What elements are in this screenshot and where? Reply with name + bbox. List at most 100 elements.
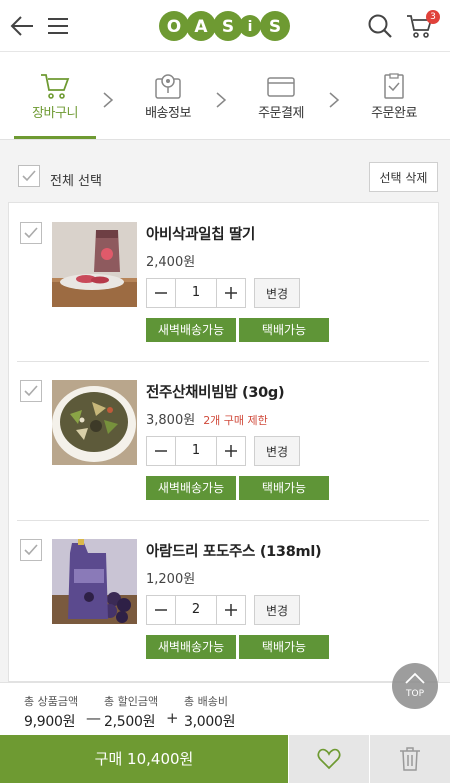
quantity-stepper: 2 <box>146 595 246 625</box>
product-price: 1,200원 <box>146 568 203 587</box>
total-discount-label: 총 할인금액 <box>104 695 159 708</box>
total-product-label: 총 상품금액 <box>24 695 79 708</box>
quantity-stepper: 1 <box>146 278 246 308</box>
price-value: 3,800원 <box>146 413 196 428</box>
minus-icon <box>155 292 167 294</box>
product-name[interactable]: 아비삭과일칩 딸기 <box>146 223 255 244</box>
product-price: 2,400원 <box>146 251 203 270</box>
item-checkbox[interactable] <box>20 222 42 244</box>
svg-text:O: O <box>167 17 181 37</box>
back-arrow-icon[interactable] <box>6 10 38 42</box>
buy-button[interactable]: 구매 10,400원 <box>0 735 288 783</box>
parcel-delivery-tag: 택배가능 <box>239 318 329 342</box>
checkout-steps: 장바구니 배송정보 주문결제 주문완료 <box>0 52 450 140</box>
menu-icon[interactable] <box>42 10 74 42</box>
selection-bar: 전체 선택 선택 삭제 <box>0 140 450 202</box>
chevron-right-icon <box>103 92 114 108</box>
bibimbap-photo[interactable] <box>52 380 137 465</box>
svg-text:S: S <box>269 17 281 37</box>
search-icon[interactable] <box>364 10 396 42</box>
check-icon <box>24 227 38 239</box>
plus-icon <box>225 604 237 616</box>
item-checkbox[interactable] <box>20 380 42 402</box>
map-pin-icon <box>155 74 181 99</box>
active-step-indicator <box>14 136 96 139</box>
step-cart[interactable]: 장바구니 <box>5 72 105 121</box>
increase-button[interactable] <box>217 279 245 307</box>
parcel-delivery-tag: 택배가능 <box>239 476 329 500</box>
grape-juice-photo[interactable] <box>52 539 137 624</box>
step-shipping[interactable]: 배송정보 <box>118 72 218 121</box>
step-label: 주문완료 <box>371 106 417 121</box>
price-value: 1,200원 <box>146 572 196 587</box>
wishlist-button[interactable] <box>288 735 369 783</box>
heart-icon <box>317 748 341 770</box>
increase-button[interactable] <box>217 596 245 624</box>
cart-count-badge: 3 <box>426 10 440 24</box>
step-label: 주문결제 <box>258 106 304 121</box>
cart-item: 전주산채비빔밥 (30g) 3,800원 2개 구매 제한 1 변경 새벽배송가능… <box>9 361 440 519</box>
decrease-button[interactable] <box>147 279 175 307</box>
plus-icon <box>225 445 237 457</box>
quantity-value[interactable]: 1 <box>175 279 217 307</box>
minus-icon <box>155 609 167 611</box>
total-shipping-label: 총 배송비 <box>184 695 228 708</box>
step-label: 배송정보 <box>145 106 191 121</box>
change-quantity-button[interactable]: 변경 <box>254 595 300 625</box>
check-icon <box>24 385 38 397</box>
clipboard-check-icon <box>384 73 404 99</box>
dawn-delivery-tag: 새벽배송가능 <box>146 476 236 500</box>
chevron-up-icon <box>405 672 425 684</box>
svg-text:i: i <box>248 19 253 35</box>
cart-page: O A S i S 3 장바구니 배송정보 주문결제 주문완료 전체 선택 선택… <box>0 0 450 783</box>
trash-icon <box>400 747 420 771</box>
bottom-action-bar: 구매 10,400원 <box>0 735 450 783</box>
chevron-right-icon <box>329 92 340 108</box>
dawn-delivery-tag: 새벽배송가능 <box>146 635 236 659</box>
step-complete[interactable]: 주문완료 <box>344 72 444 121</box>
dawn-delivery-tag: 새벽배송가능 <box>146 318 236 342</box>
product-price: 3,800원 2개 구매 제한 <box>146 409 268 428</box>
product-name[interactable]: 전주산채비빔밥 (30g) <box>146 381 285 402</box>
decrease-button[interactable] <box>147 437 175 465</box>
chevron-right-icon <box>216 92 227 108</box>
oasis-logo[interactable]: O A S i S <box>158 10 291 42</box>
cart-icon <box>41 74 70 99</box>
plus-sign: + <box>166 709 179 727</box>
strawberry-chips-photo[interactable] <box>52 222 137 307</box>
scroll-top-button[interactable]: TOP <box>392 663 438 709</box>
svg-text:S: S <box>222 17 234 37</box>
select-all-label: 전체 선택 <box>50 174 102 189</box>
increase-button[interactable] <box>217 437 245 465</box>
delete-button[interactable] <box>369 735 450 783</box>
minus-icon <box>155 450 167 452</box>
total-product-value: 9,900원 <box>24 714 76 730</box>
top-header: O A S i S 3 <box>0 0 450 52</box>
quantity-value[interactable]: 2 <box>175 596 217 624</box>
change-quantity-button[interactable]: 변경 <box>254 436 300 466</box>
card-icon <box>267 77 295 97</box>
product-name[interactable]: 아람드리 포도주스 (138ml) <box>146 540 322 561</box>
quantity-stepper: 1 <box>146 436 246 466</box>
purchase-limit: 2개 구매 제한 <box>203 414 268 427</box>
quantity-value[interactable]: 1 <box>175 437 217 465</box>
check-icon <box>24 544 38 556</box>
change-quantity-button[interactable]: 변경 <box>254 278 300 308</box>
cart-item: 아람드리 포도주스 (138ml) 1,200원 2 변경 새벽배송가능 택배가… <box>9 520 440 678</box>
order-totals: 총 상품금액 총 할인금액 총 배송비 9,900원 — 2,500원 + 3,… <box>0 682 450 736</box>
step-payment[interactable]: 주문결제 <box>231 72 331 121</box>
decrease-button[interactable] <box>147 596 175 624</box>
step-label: 장바구니 <box>32 106 78 121</box>
total-discount-value: 2,500원 <box>104 714 156 730</box>
plus-icon <box>225 287 237 299</box>
delete-selected-button[interactable]: 선택 삭제 <box>369 162 438 192</box>
cart-item-list: 아비삭과일칩 딸기 2,400원 1 변경 새벽배송가능 택배가능 전주산채비빔… <box>8 202 439 682</box>
total-shipping-value: 3,000원 <box>184 714 236 730</box>
minus-sign: — <box>86 709 101 727</box>
select-all-checkbox[interactable] <box>18 165 40 187</box>
scroll-top-label: TOP <box>405 689 424 699</box>
cart-item: 아비삭과일칩 딸기 2,400원 1 변경 새벽배송가능 택배가능 <box>9 203 440 361</box>
price-value: 2,400원 <box>146 255 196 270</box>
svg-text:A: A <box>194 17 208 37</box>
item-checkbox[interactable] <box>20 539 42 561</box>
